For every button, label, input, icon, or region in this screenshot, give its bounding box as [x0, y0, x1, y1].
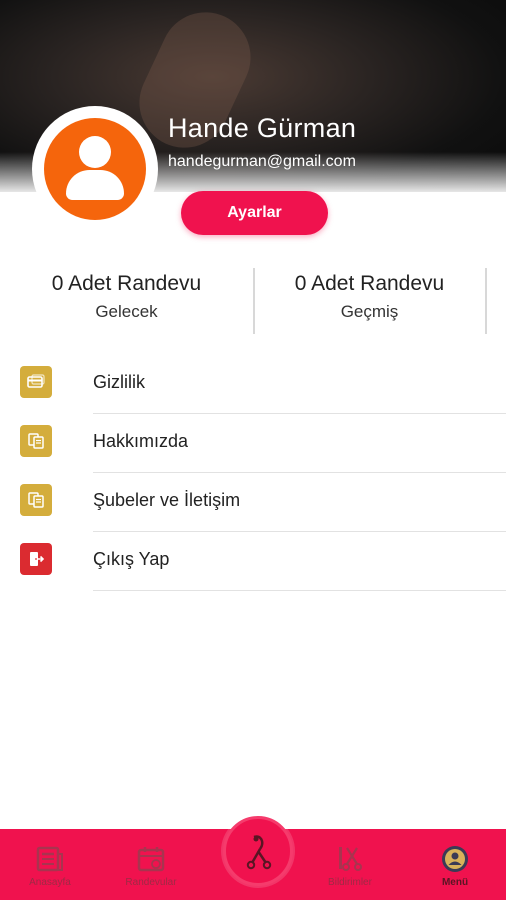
menu-item-about[interactable]: Hakkımızda: [0, 414, 506, 473]
stats-divider: [485, 268, 487, 334]
upcoming-label: Gelecek: [95, 302, 158, 321]
menu-divider: [93, 590, 506, 591]
menu-item-label: Gizlilik: [93, 372, 145, 392]
menu-item-privacy[interactable]: Gizlilik: [0, 355, 506, 414]
notification-scissors-icon: [334, 843, 366, 875]
nav-item-notifications[interactable]: Bildirimler: [310, 843, 390, 888]
scissors-logo-icon: [246, 835, 272, 870]
nav-label: Randevular: [125, 877, 177, 888]
nav-label: Menü: [441, 877, 469, 888]
past-appointments-stat[interactable]: 0 Adet Randevu Geçmiş: [243, 264, 496, 336]
past-count: 0 Adet Randevu: [294, 272, 445, 295]
menu-user-icon: [439, 843, 471, 875]
avatar-head-shape: [79, 136, 111, 168]
document-icon: [20, 484, 52, 516]
avatar-body-shape: [66, 170, 124, 200]
menu-item-label: Çıkış Yap: [93, 549, 170, 569]
nav-label: Bildirimler: [328, 877, 372, 888]
avatar[interactable]: [44, 118, 146, 220]
upcoming-count: 0 Adet Randevu: [51, 272, 202, 295]
user-name: Hande Gürman: [168, 113, 357, 143]
nav-item-appointments[interactable]: Randevular: [111, 843, 191, 888]
card-icon: [20, 366, 52, 398]
past-label: Geçmiş: [340, 302, 399, 321]
nav-item-home[interactable]: Anasayfa: [10, 843, 90, 888]
upcoming-appointments-stat[interactable]: 0 Adet Randevu Gelecek: [0, 264, 253, 336]
calendar-icon: [135, 843, 167, 875]
home-news-icon: [34, 843, 66, 875]
appointment-stats: 0 Adet Randevu Gelecek 0 Adet Randevu Ge…: [0, 264, 506, 336]
menu-item-label: Hakkımızda: [93, 431, 189, 451]
settings-button[interactable]: Ayarlar: [181, 191, 328, 235]
nav-item-menu[interactable]: Menü: [415, 843, 495, 888]
menu-item-label: Şubeler ve İletişim: [93, 490, 241, 510]
center-logo-button[interactable]: [223, 816, 293, 886]
nav-label: Anasayfa: [29, 877, 71, 888]
exit-icon: [20, 543, 52, 575]
avatar-ring: [32, 106, 158, 232]
menu-item-logout[interactable]: Çıkış Yap: [0, 532, 506, 591]
settings-menu: Gizlilik Hakkımızda Şubeler ve İletişim …: [0, 355, 506, 591]
menu-item-branches-contact[interactable]: Şubeler ve İletişim: [0, 473, 506, 532]
document-icon: [20, 425, 52, 457]
user-email: handegurman@gmail.com: [168, 153, 356, 170]
